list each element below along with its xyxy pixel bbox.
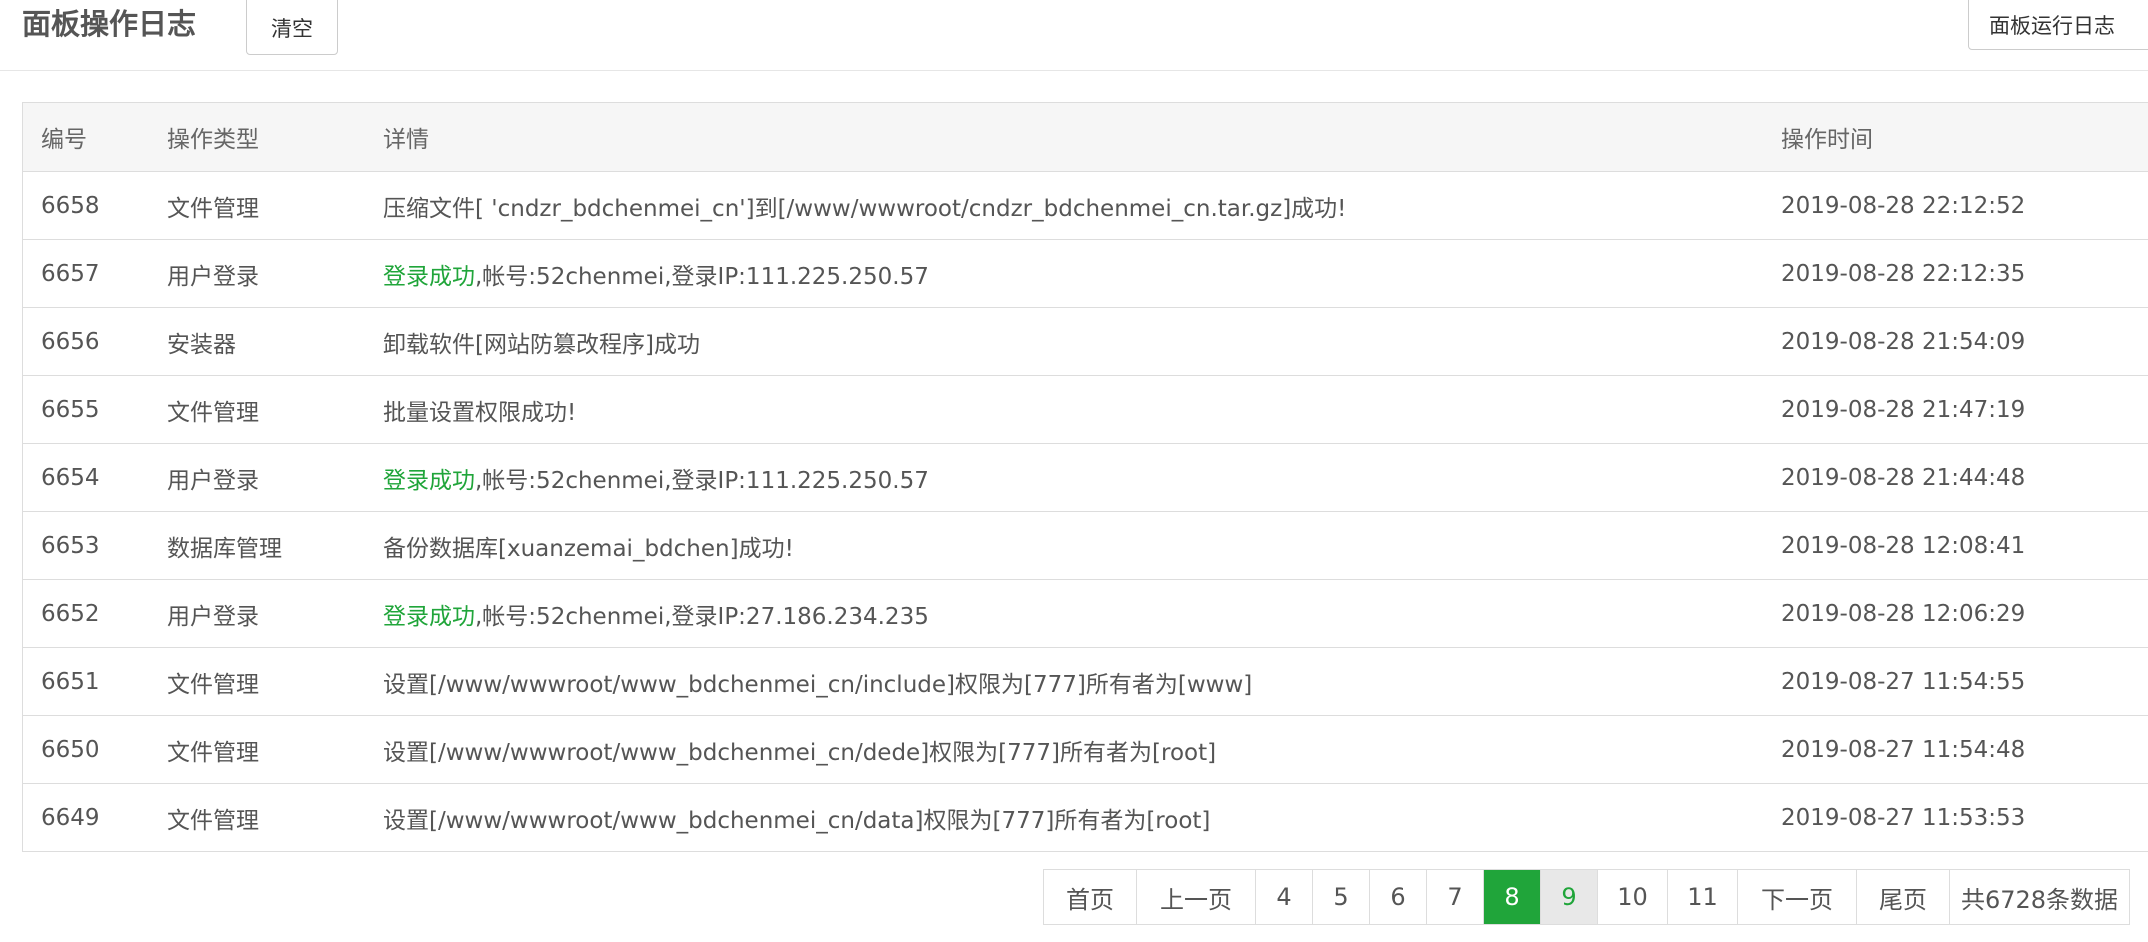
pager-last[interactable]: 尾页 (1857, 870, 1950, 924)
cell-time: 2019-08-27 11:54:48 (1763, 715, 2148, 784)
cell-time: 2019-08-28 12:08:41 (1763, 511, 2148, 580)
table-row: 6656 安装器 卸载软件[网站防篡改程序]成功 2019-08-28 21:54:0… (23, 307, 2148, 376)
cell-time: 2019-08-28 22:12:35 (1763, 239, 2148, 308)
clear-button[interactable]: 清空 (246, 0, 338, 55)
cell-time: 2019-08-28 22:12:52 (1763, 171, 2148, 240)
cell-id: 6652 (23, 579, 149, 648)
detail-text: 设置[/www/wwwroot/www_bdchenmei_cn/dede]权限… (383, 739, 1217, 766)
pager-page[interactable]: 9 (1541, 870, 1598, 924)
pager-page[interactable]: 6 (1370, 870, 1427, 924)
login-success-label: 登录成功 (383, 603, 475, 630)
cell-detail: 设置[/www/wwwroot/www_bdchenmei_cn/data]权限… (365, 784, 1763, 852)
cell-time: 2019-08-28 21:47:19 (1763, 375, 2148, 444)
table-row: 6649 文件管理 设置[/www/wwwroot/www_bdchenmei_cn… (23, 784, 2148, 852)
cell-id: 6649 (41, 804, 100, 831)
table-row: 6654 用户登录 登录成功,帐号:52chenmei,登录IP:111.225.2… (23, 443, 2148, 512)
cell-id: 6654 (23, 443, 149, 512)
cell-type: 用户登录 (149, 443, 365, 512)
detail-text: ,帐号:52chenmei,登录IP:111.225.250.57 (475, 263, 929, 290)
cell-id: 6657 (23, 239, 149, 308)
panel-run-log-button[interactable]: 面板运行日志 (1968, 0, 2148, 50)
pager-next[interactable]: 下一页 (1738, 870, 1857, 924)
cell-id: 6658 (23, 171, 149, 240)
column-header-type: 操作类型 (149, 103, 365, 172)
pager-prev[interactable]: 上一页 (1137, 870, 1256, 924)
cell-time: 2019-08-28 12:06:29 (1763, 579, 2148, 648)
cell-type: 文件管理 (149, 647, 365, 716)
cell-id: 6653 (23, 511, 149, 580)
cell-type: 文件管理 (149, 715, 365, 784)
cell-type: 数据库管理 (149, 511, 365, 580)
detail-text: 批量设置权限成功! (383, 399, 577, 426)
pagination: 首页 上一页 4 5 6 7 8 9 10 11 下一页 尾页 共6728条数据 (1043, 869, 2130, 925)
pager-page[interactable]: 11 (1668, 870, 1738, 924)
cell-detail: 备份数据库[xuanzemai_bdchen]成功! (365, 511, 1763, 580)
table-body: 6658 文件管理 压缩文件[ 'cndzr_bdchenmei_cn']到[/ww… (23, 171, 2148, 852)
cell-type: 安装器 (149, 307, 365, 376)
cell-detail: 登录成功,帐号:52chenmei,登录IP:111.225.250.57 (365, 443, 1763, 512)
detail-text: ,帐号:52chenmei,登录IP:111.225.250.57 (475, 467, 929, 494)
pager-page[interactable]: 10 (1598, 870, 1668, 924)
cell-type: 用户登录 (149, 579, 365, 648)
cell-detail: 批量设置权限成功! (365, 375, 1763, 444)
table-row: 6657 用户登录 登录成功,帐号:52chenmei,登录IP:111.225.2… (23, 239, 2148, 308)
detail-text: 备份数据库[xuanzemai_bdchen]成功! (383, 535, 794, 562)
detail-text: 设置[/www/wwwroot/www_bdchenmei_cn/data]权限… (383, 807, 1211, 834)
table-row: 6655 文件管理 批量设置权限成功! 2019-08-28 21:47:19 (23, 375, 2148, 444)
cell-type: 文件管理 (149, 171, 365, 240)
pager-page[interactable]: 4 (1256, 870, 1313, 924)
detail-text: 设置[/www/wwwroot/www_bdchenmei_cn/include… (383, 671, 1253, 698)
cell-id: 6650 (23, 715, 149, 784)
column-header-time: 操作时间 (1763, 103, 2148, 172)
column-header-id: 编号 (23, 103, 149, 172)
login-success-label: 登录成功 (383, 263, 475, 290)
log-table-container: 编号 操作类型 详情 操作时间 6658 文件管理 压缩文件[ 'cndzr_bdc… (22, 102, 2148, 852)
column-header-detail: 详情 (365, 103, 1763, 172)
cell-detail: 设置[/www/wwwroot/www_bdchenmei_cn/include… (365, 647, 1763, 716)
pager-total-count: 共6728条数据 (1950, 870, 2130, 924)
cell-type: 文件管理 (167, 807, 259, 834)
login-success-label: 登录成功 (383, 467, 475, 494)
pager-page-current[interactable]: 8 (1484, 870, 1541, 924)
cell-id: 6651 (23, 647, 149, 716)
table-header-row: 编号 操作类型 详情 操作时间 (23, 103, 2148, 172)
cell-detail: 设置[/www/wwwroot/www_bdchenmei_cn/dede]权限… (365, 715, 1763, 784)
cell-type: 用户登录 (149, 239, 365, 308)
table-row: 6651 文件管理 设置[/www/wwwroot/www_bdchenmei_cn… (23, 647, 2148, 716)
cell-time: 2019-08-27 11:53:53 (1781, 804, 2026, 831)
cell-detail: 卸载软件[网站防篡改程序]成功 (365, 307, 1763, 376)
detail-text: 压缩文件[ 'cndzr_bdchenmei_cn']到[/www/wwwroo… (383, 195, 1347, 222)
table-row: 6652 用户登录 登录成功,帐号:52chenmei,登录IP:27.186.23… (23, 579, 2148, 648)
pager-first[interactable]: 首页 (1044, 870, 1137, 924)
cell-time: 2019-08-28 21:44:48 (1763, 443, 2148, 512)
pager-page[interactable]: 5 (1313, 870, 1370, 924)
cell-detail: 登录成功,帐号:52chenmei,登录IP:27.186.234.235 (365, 579, 1763, 648)
table-row: 6650 文件管理 设置[/www/wwwroot/www_bdchenmei_cn… (23, 715, 2148, 784)
cell-type: 文件管理 (149, 375, 365, 444)
cell-time: 2019-08-27 11:54:55 (1763, 647, 2148, 716)
detail-text: 卸载软件[网站防篡改程序]成功 (383, 331, 700, 358)
page-title: 面板操作日志 (22, 7, 197, 41)
cell-id: 6656 (23, 307, 149, 376)
table-row: 6658 文件管理 压缩文件[ 'cndzr_bdchenmei_cn']到[/ww… (23, 171, 2148, 240)
page-header: 面板操作日志 清空 面板运行日志 (0, 0, 2148, 71)
log-table: 编号 操作类型 详情 操作时间 6658 文件管理 压缩文件[ 'cndzr_bdc… (23, 103, 2148, 851)
cell-time: 2019-08-28 21:54:09 (1763, 307, 2148, 376)
detail-text: ,帐号:52chenmei,登录IP:27.186.234.235 (475, 603, 929, 630)
cell-detail: 压缩文件[ 'cndzr_bdchenmei_cn']到[/www/wwwroo… (365, 171, 1763, 240)
pager-page[interactable]: 7 (1427, 870, 1484, 924)
cell-id: 6655 (23, 375, 149, 444)
cell-detail: 登录成功,帐号:52chenmei,登录IP:111.225.250.57 (365, 239, 1763, 308)
table-row: 6653 数据库管理 备份数据库[xuanzemai_bdchen]成功! 2019-… (23, 511, 2148, 580)
